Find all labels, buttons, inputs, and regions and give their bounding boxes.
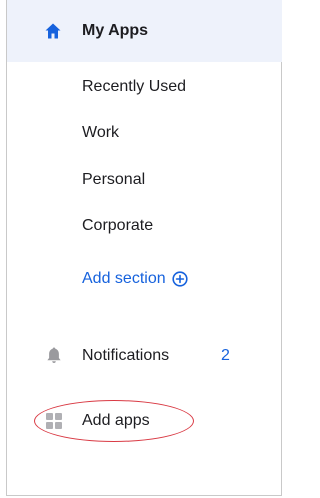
nav-item-notifications[interactable]: Notifications 2 [7,340,282,372]
plus-circle-icon [172,271,188,287]
grid-icon [46,413,62,429]
notifications-count-badge: 2 [221,347,230,364]
add-section-button[interactable]: Add section [82,270,188,288]
sidebar: My Apps Recently Used Work Personal Corp… [6,0,282,496]
bell-icon [47,347,61,363]
nav-item-my-apps[interactable]: My Apps [7,0,282,62]
nav-section-recently-used[interactable]: Recently Used [82,78,186,96]
add-section-label: Add section [82,270,166,287]
nav-item-add-apps[interactable]: Add apps [7,400,282,442]
nav-section-corporate[interactable]: Corporate [82,217,153,235]
add-apps-label: Add apps [82,412,150,429]
nav-section-personal[interactable]: Personal [82,171,145,189]
nav-section-work[interactable]: Work [82,124,119,142]
notifications-label: Notifications [82,347,170,364]
nav-item-label: My Apps [82,22,149,39]
home-icon [45,23,61,39]
